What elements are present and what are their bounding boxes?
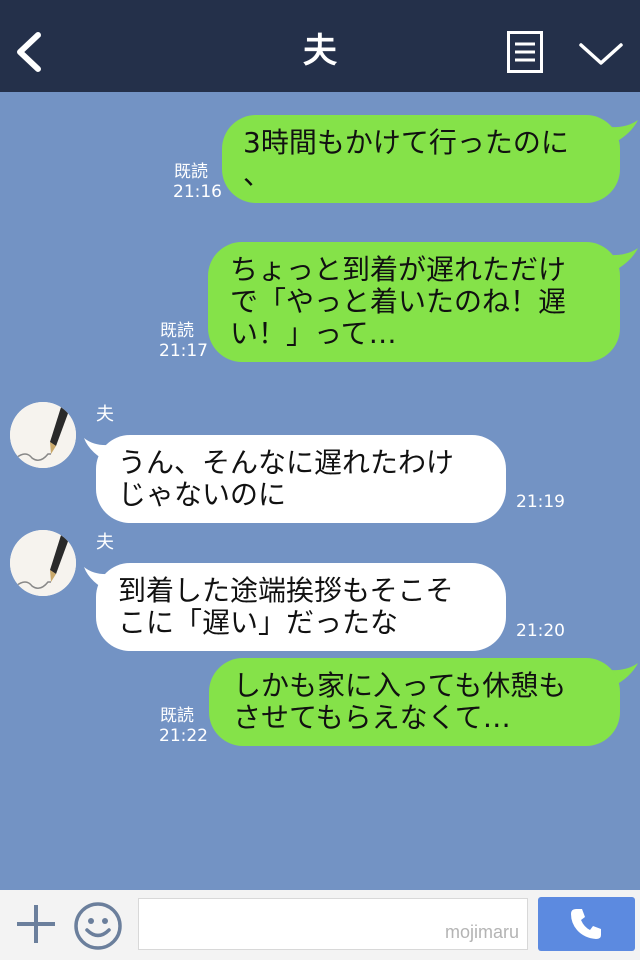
call-button[interactable] [538, 897, 635, 951]
plus-icon[interactable] [14, 902, 58, 946]
phone-icon [571, 909, 601, 939]
message-text-line: させてもらえなくて… [233, 701, 511, 734]
chevron-down-icon[interactable] [578, 40, 624, 68]
message-time: 21:20 [516, 621, 565, 641]
message-bubble[interactable]: 到着した途端挨拶もそこそ こに「遅い」だったな [96, 563, 506, 651]
message-text-line: 到着した途端挨拶もそこそ [118, 574, 454, 607]
message-time: 21:16 [173, 182, 222, 202]
avatar[interactable] [10, 402, 76, 468]
sender-name: 夫 [96, 532, 114, 553]
message-text-line: ちょっと到着が遅れただけ [230, 253, 567, 286]
message-text-line: うん、そんなに遅れたわけ [118, 446, 455, 479]
chat-header: 夫 [0, 0, 640, 92]
message-time: 21:19 [516, 492, 565, 512]
message-input[interactable]: mojimaru [138, 898, 528, 950]
input-bar: mojimaru [0, 890, 640, 960]
message-bubble[interactable]: 3時間もかけて行ったのに 、 [222, 115, 620, 203]
chat-title: 夫 [303, 31, 337, 71]
read-receipt: 既読 [160, 321, 194, 341]
message-text-line: で「やっと着いたのね！遅 [230, 285, 567, 318]
read-receipt: 既読 [174, 162, 208, 182]
message-bubble[interactable]: うん、そんなに遅れたわけ じゃないのに [96, 435, 506, 523]
message-text-line: い！」って… [230, 317, 397, 350]
message-time: 21:22 [159, 726, 208, 746]
watermark-text: mojimaru [444, 922, 519, 942]
fountain-pen-icon [10, 402, 76, 468]
message-text-line: じゃないのに [118, 478, 287, 511]
message-bubble[interactable]: ちょっと到着が遅れただけ で「やっと着いたのね！遅 い！」って… [208, 242, 620, 362]
message-text-line: 3時間もかけて行ったのに [243, 126, 569, 159]
fountain-pen-icon [10, 530, 76, 596]
message-text-line: 、 [243, 158, 272, 191]
message-time: 21:17 [159, 341, 208, 361]
read-receipt: 既読 [160, 706, 194, 726]
menu-list-icon[interactable] [507, 31, 543, 73]
message-text-line: しかも家に入っても休憩も [233, 669, 567, 702]
message-bubble[interactable]: しかも家に入っても休憩も させてもらえなくて… [209, 658, 620, 746]
smiley-icon[interactable] [73, 901, 123, 951]
sender-name: 夫 [96, 404, 114, 425]
avatar[interactable] [10, 530, 76, 596]
message-text-line: こに「遅い」だったな [118, 606, 399, 639]
